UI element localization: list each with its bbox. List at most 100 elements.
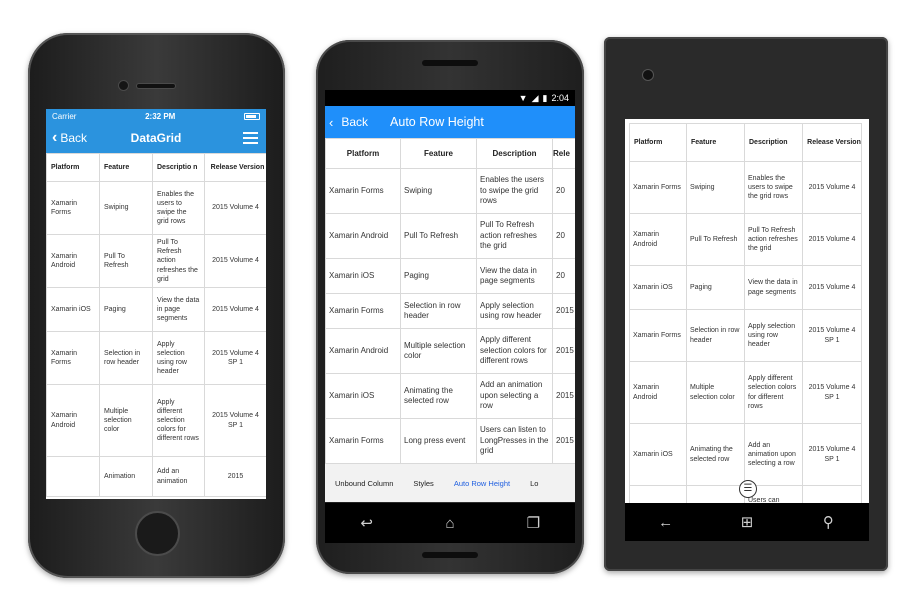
back-nav-icon[interactable]: ↩ [352,516,382,531]
cell: Paging [99,287,153,332]
status-time: 2:32 PM [145,111,176,121]
back-nav-icon[interactable]: ← [651,515,681,530]
cell: Xamarin iOS [46,287,100,332]
ios-data-grid: Platform Feature Descriptio n Release Ve… [46,153,266,497]
front-camera [118,80,129,91]
grid-header-row: Platform Feature Description Release Ver… [629,123,862,162]
home-nav-icon[interactable]: ⌂ [435,516,465,531]
ios-navigation-bar: ‹ Back DataGrid [46,123,266,153]
cell: Long press event [400,418,477,464]
table-row[interactable]: Animation Add an animation 2015 [46,456,266,497]
cell: Apply selection using row header [476,293,553,329]
cell: Selection in row header [400,293,477,329]
cell: Pull To Refresh action refreshes the gri… [744,213,803,266]
cell: Xamarin Forms [46,181,100,235]
cell: Xamarin iOS [325,258,401,294]
cell: Xamarin Forms [629,309,687,362]
tab-auto-row-height[interactable]: Auto Row Height [444,479,520,488]
table-row[interactable]: Xamarin Android Pull To Refresh Pull To Re… [325,213,575,259]
cell: Xamarin Android [46,234,100,288]
cell: 2015 Volume 4 [802,213,862,266]
cell: Xamarin iOS [629,423,687,486]
tab-overflow[interactable]: Lo [520,479,548,488]
cell: 2015 Volume 4 [802,161,862,214]
cell: 2015 [552,418,575,464]
cell: Pull To Refresh [400,213,477,259]
cell: Animating the selected row [400,373,477,419]
header-feature[interactable]: Feature [99,153,153,182]
table-row[interactable]: Xamarin Forms Swiping Enables the users to… [46,181,266,235]
cell: 20 [552,168,575,214]
table-row[interactable]: Xamarin iOS Paging View the data in page s… [325,258,575,294]
cell: Pull To Refresh [99,234,153,288]
bottom-tab-bar: Unbound Column Styles Auto Row Height Lo [325,464,575,502]
table-row[interactable]: Xamarin iOS Paging View the data in page s… [629,265,862,310]
back-button[interactable]: Back [341,115,368,129]
header-description[interactable]: Description [476,138,553,169]
table-row[interactable]: Xamarin Forms Swiping Enables the users to… [629,161,862,214]
windows-data-grid: Platform Feature Description Release Ver… [629,123,862,503]
status-time: 2:04 [551,93,569,103]
table-row[interactable]: Xamarin Android Multiple selection color A… [629,361,862,424]
android-toolbar: ‹ Back Auto Row Height [325,106,575,138]
home-button[interactable] [135,511,180,556]
table-row[interactable]: Xamarin Android Pull To Refresh Pull To Re… [629,213,862,266]
header-release-version[interactable]: Rele [552,138,575,169]
search-icon[interactable]: ⚲ [813,515,843,530]
table-row[interactable]: Xamarin Forms Long press event Users can l… [325,418,575,464]
table-row[interactable]: Xamarin iOS Animating the selected row Add… [325,373,575,419]
chevron-left-icon: ‹ [52,129,58,146]
cell: Xamarin Forms [629,161,687,214]
cell: 2015 Volume 4 SP 1 [204,331,266,385]
back-button[interactable]: ‹ Back [52,129,87,147]
cell: 2015 Volume 4 [204,181,266,235]
table-row[interactable]: Xamarin Android Multiple selection color A… [325,328,575,374]
header-release-version[interactable]: Release Version [204,153,266,182]
cell: Apply different selection colors for dif… [476,328,553,374]
cell: Enables the users to swipe the grid rows [744,161,803,214]
header-platform[interactable]: Platform [46,153,100,182]
chevron-left-icon[interactable]: ‹ [329,115,333,130]
cell [686,485,745,503]
signal-icon: ◢ [531,92,539,103]
cell: Selection in row header [99,331,153,385]
header-description[interactable]: Descriptio n [152,153,205,182]
cell: Animation [99,456,153,497]
table-row[interactable]: Xamarin Forms Swiping Enables the users to… [325,168,575,214]
ios-status-bar: Carrier 2:32 PM [46,109,266,123]
android-status-bar: ▼ ◢ ▮ 2:04 [325,90,575,106]
cell: Xamarin Forms [46,331,100,385]
tab-styles[interactable]: Styles [403,479,443,488]
table-row[interactable]: Xamarin Android Pull To Refresh Pull To Re… [46,234,266,288]
cell: Swiping [686,161,745,214]
android-data-grid: Platform Feature Description Rele Xamari… [325,138,575,464]
cell: 2015 Volume 4 SP 1 [802,361,862,424]
cell: 20 [552,258,575,294]
header-platform[interactable]: Platform [325,138,401,169]
hamburger-menu-icon[interactable] [243,132,258,144]
table-row[interactable]: Xamarin Android Multiple selection color A… [46,384,266,457]
table-row[interactable]: Xamarin Forms Selection in row header Appl… [46,331,266,385]
windows-start-icon[interactable]: ⊞ [732,515,762,530]
list-menu-icon[interactable]: ☰ [739,480,757,498]
recents-nav-icon[interactable]: ❐ [518,516,548,531]
carrier-label: Carrier [52,111,77,121]
header-description[interactable]: Description [744,123,803,162]
windows-phone-device: Platform Feature Description Release Ver… [604,37,888,571]
tab-unbound-column[interactable]: Unbound Column [325,479,403,488]
header-feature[interactable]: Feature [686,123,745,162]
cell: Paging [686,265,745,310]
header-feature[interactable]: Feature [400,138,477,169]
cell: 2015 Volume 4 [204,287,266,332]
cell: Animating the selected row [686,423,745,486]
android-nav-bar: ↩ ⌂ ❐ [325,503,575,543]
header-platform[interactable]: Platform [629,123,687,162]
table-row[interactable]: Xamarin Forms Selection in row header Appl… [325,293,575,329]
cell: Apply different selection colors for dif… [152,384,205,457]
table-row[interactable]: Xamarin Forms Selection in row header Appl… [629,309,862,362]
table-row[interactable]: Xamarin iOS Paging View the data in page s… [46,287,266,332]
android-screen: ▼ ◢ ▮ 2:04 ‹ Back Auto Row Height Platfo… [325,90,575,502]
table-row[interactable]: Xamarin iOS Animating the selected row Add… [629,423,862,486]
header-release-version[interactable]: Release Version [802,123,862,162]
cell: Xamarin Forms [325,168,401,214]
